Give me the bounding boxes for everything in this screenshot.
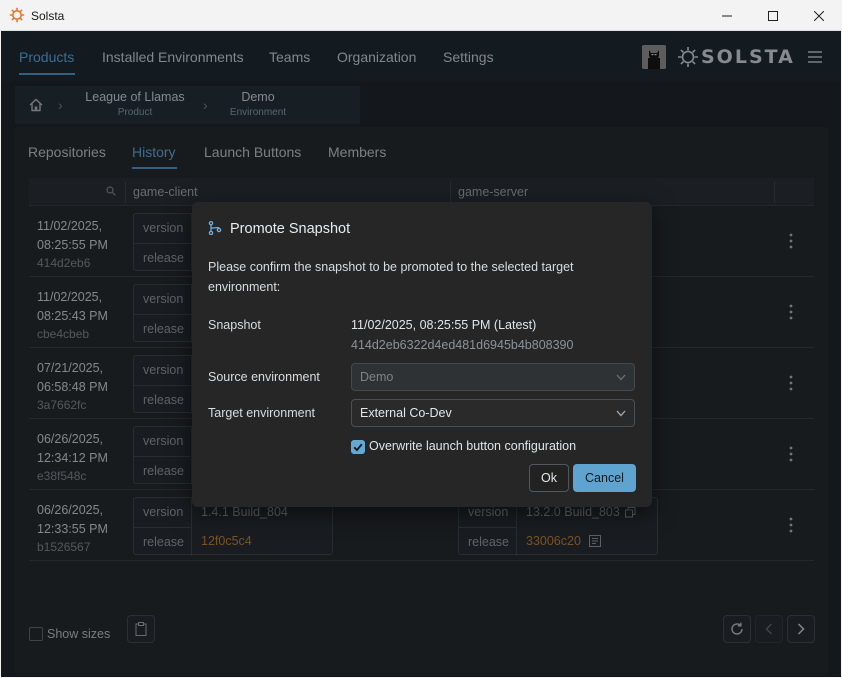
source-environment-label: Source environment [208, 370, 320, 384]
snapshot-value: 11/02/2025, 08:25:55 PM (Latest) [351, 318, 537, 332]
ok-button[interactable]: Ok [529, 464, 569, 492]
close-icon [814, 10, 824, 21]
source-environment-select: Demo [351, 363, 635, 391]
target-environment-value: External Co-Dev [360, 406, 452, 420]
minimize-button[interactable] [704, 0, 750, 31]
snapshot-label: Snapshot [208, 318, 261, 332]
maximize-button[interactable] [750, 0, 796, 31]
dialog-title: Promote Snapshot [230, 221, 351, 237]
dialog-message: Please confirm the snapshot to be promot… [208, 260, 574, 294]
close-button[interactable] [796, 0, 842, 31]
cancel-button[interactable]: Cancel [573, 464, 636, 492]
source-environment-value: Demo [360, 370, 394, 384]
window-title: Solsta [31, 9, 65, 23]
target-environment-select[interactable]: External Co-Dev [351, 399, 635, 427]
solsta-app-icon [9, 7, 25, 23]
checkmark-icon [353, 443, 363, 452]
promote-snapshot-dialog: Promote Snapshot Please confirm the snap… [192, 202, 652, 507]
git-branch-icon [208, 221, 222, 235]
overwrite-label[interactable]: Overwrite launch button configuration [369, 439, 576, 453]
minimize-icon [722, 15, 732, 16]
window-titlebar: Solsta [0, 0, 842, 31]
overwrite-checkbox[interactable] [351, 440, 365, 454]
target-environment-label: Target environment [208, 406, 316, 420]
chevron-down-icon [616, 374, 626, 381]
snapshot-hash: 414d2eb6322d4ed481d6945b4b808390 [351, 338, 574, 352]
app-root: Products Installed Environments Teams Or… [1, 31, 841, 677]
chevron-down-icon [616, 410, 626, 417]
maximize-icon [768, 10, 778, 21]
